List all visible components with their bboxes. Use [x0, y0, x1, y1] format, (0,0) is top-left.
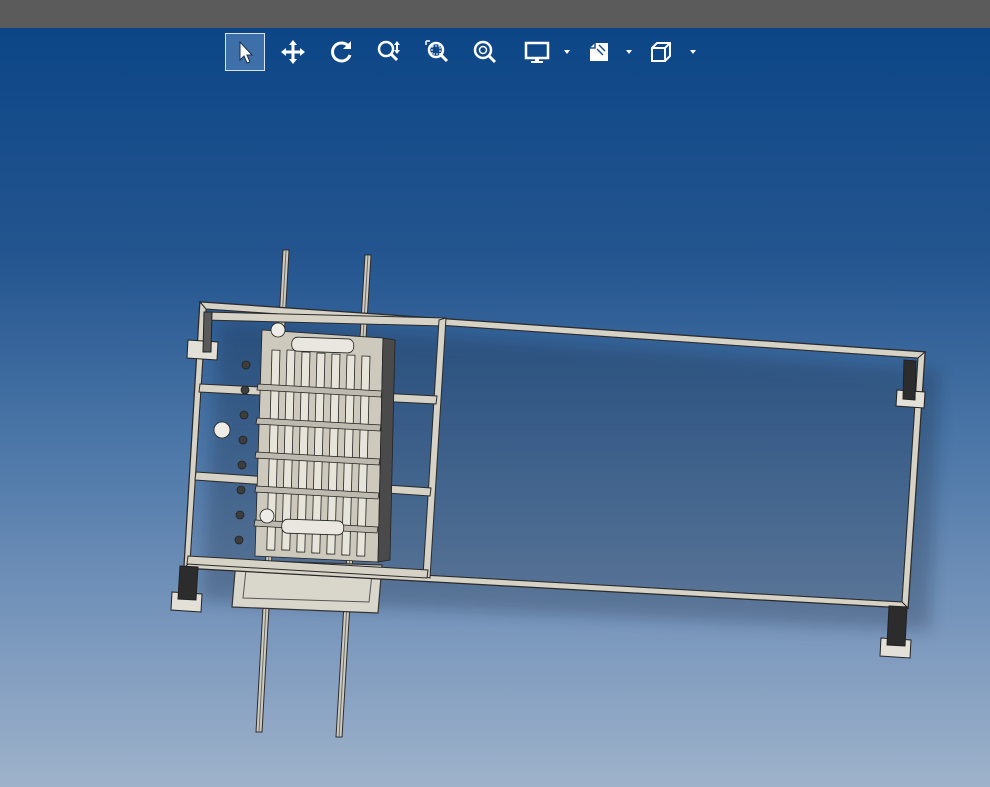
- cube-icon: [651, 42, 671, 62]
- chevron-down-icon: [626, 50, 632, 54]
- zoom-fit-icon: [473, 40, 497, 64]
- zoom-area-icon: [425, 40, 449, 63]
- view-settings-caret[interactable]: [623, 33, 635, 71]
- zoom-to-area-tool-button[interactable]: [417, 33, 457, 71]
- move-arrows-icon: [281, 40, 305, 64]
- select-tool-button[interactable]: [225, 33, 265, 71]
- window-titlebar: [0, 0, 990, 28]
- display-style-button[interactable]: [517, 33, 557, 71]
- zoom-to-fit-tool-button[interactable]: [465, 33, 505, 71]
- 3d-viewport[interactable]: [0, 28, 990, 787]
- foot-bottom-left: [170, 565, 203, 613]
- zoom-in-out-icon: [377, 40, 400, 62]
- rotate-tool-button[interactable]: [321, 33, 361, 71]
- rotate-icon: [331, 41, 352, 63]
- view-orientation-button[interactable]: [641, 33, 681, 71]
- monitor-icon: [524, 41, 550, 63]
- display-style-caret[interactable]: [561, 33, 573, 71]
- view-orientation-caret[interactable]: [687, 33, 699, 71]
- pan-tool-button[interactable]: [273, 33, 313, 71]
- zoom-in-out-tool-button[interactable]: [369, 33, 409, 71]
- chevron-down-icon: [690, 50, 696, 54]
- view-settings-button[interactable]: [579, 33, 619, 71]
- view-settings-icon: [590, 43, 608, 61]
- frame-assembly-model[interactable]: [0, 28, 990, 787]
- chevron-down-icon: [564, 50, 570, 54]
- cursor-arrow-icon: [239, 40, 254, 64]
